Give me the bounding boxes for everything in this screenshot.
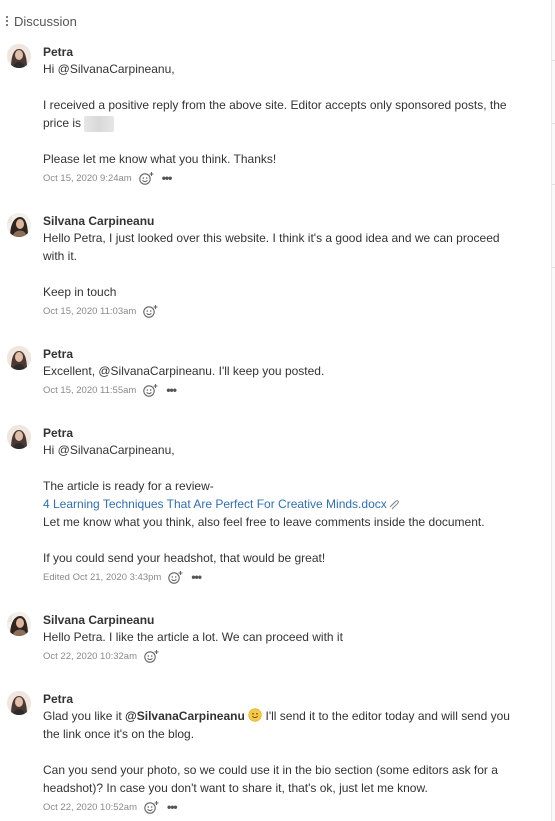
comment-timestamp: Edited Oct 21, 2020 3:43pm bbox=[43, 571, 162, 583]
add-reaction-icon[interactable] bbox=[138, 171, 156, 185]
comment-author[interactable]: Petra bbox=[43, 691, 526, 707]
comment-line-text: Glad you like it bbox=[43, 709, 122, 723]
avatar-silvana-icon bbox=[7, 612, 31, 636]
comment-timestamp: Oct 22, 2020 10:32am bbox=[43, 650, 138, 662]
comment-line: with it. bbox=[43, 249, 78, 263]
comment-meta: Oct 15, 2020 9:24am ••• bbox=[43, 170, 526, 186]
avatar[interactable] bbox=[7, 213, 31, 237]
comment-text: Hello Petra, I just looked over this web… bbox=[43, 229, 526, 301]
paperclip-icon bbox=[389, 499, 399, 510]
slightly-smiling-face-emoji bbox=[248, 708, 262, 722]
avatar-petra-icon bbox=[7, 44, 31, 68]
comment-line: Hi @SilvanaCarpineanu, bbox=[43, 62, 175, 76]
avatar[interactable] bbox=[7, 346, 31, 370]
avatar-petra-icon bbox=[7, 425, 31, 449]
comment-timestamp: Oct 15, 2020 11:55am bbox=[43, 384, 137, 396]
avatar[interactable] bbox=[7, 425, 31, 449]
comment-meta: Oct 15, 2020 11:03am bbox=[43, 303, 526, 319]
more-horizontal-icon[interactable]: ••• bbox=[191, 571, 202, 583]
kebab-vertical-icon[interactable] bbox=[6, 16, 8, 26]
comment-line: Glad you like it @SilvanaCarpineanu I'll… bbox=[43, 707, 526, 725]
comment-text: Hi @SilvanaCarpineanu, I received a posi… bbox=[43, 60, 526, 168]
comment-text: Hi @SilvanaCarpineanu, The article is re… bbox=[43, 441, 526, 567]
comment-line: price is bbox=[43, 114, 526, 132]
comment-meta: Oct 22, 2020 10:52am ••• bbox=[43, 799, 526, 815]
more-horizontal-icon[interactable]: ••• bbox=[166, 384, 177, 396]
comment-meta: Edited Oct 21, 2020 3:43pm ••• bbox=[43, 569, 526, 585]
comment-timestamp: Oct 15, 2020 9:24am bbox=[43, 172, 132, 184]
comment-meta: Oct 22, 2020 10:32am bbox=[43, 648, 526, 664]
redacted-price bbox=[84, 115, 115, 132]
comment-line: Can you send your photo, so we could use… bbox=[43, 763, 498, 777]
discussion-header: Discussion bbox=[6, 12, 77, 30]
comment-line: Hello Petra, I just looked over this web… bbox=[43, 231, 500, 245]
comment-line: Hi @SilvanaCarpineanu, bbox=[43, 443, 175, 457]
add-reaction-icon[interactable] bbox=[143, 800, 161, 814]
comment-author[interactable]: Petra bbox=[43, 425, 526, 441]
comment-author[interactable]: Petra bbox=[43, 346, 526, 362]
avatar[interactable] bbox=[7, 612, 31, 636]
comment-line: headshot)? In case you don't want to sha… bbox=[43, 781, 428, 795]
comment-author[interactable]: Silvana Carpineanu bbox=[43, 213, 526, 229]
comment-line-text: I'll send it to the editor today and wil… bbox=[265, 709, 510, 723]
comment-line: Excellent, @SilvanaCarpineanu. I'll keep… bbox=[43, 364, 325, 378]
comment-line: If you could send your headshot, that wo… bbox=[43, 551, 326, 565]
avatar[interactable] bbox=[7, 44, 31, 68]
discussion-title: Discussion bbox=[14, 13, 77, 29]
avatar-petra-icon bbox=[7, 346, 31, 370]
comment-line: Keep in touch bbox=[43, 285, 117, 299]
more-horizontal-icon[interactable]: ••• bbox=[167, 801, 178, 813]
comment-author[interactable]: Silvana Carpineanu bbox=[43, 612, 526, 628]
add-reaction-icon[interactable] bbox=[167, 570, 185, 584]
avatar-petra-icon bbox=[7, 691, 31, 715]
attachment-link[interactable]: 4 Learning Techniques That Are Perfect F… bbox=[43, 497, 387, 511]
comment-line: I received a positive reply from the abo… bbox=[43, 98, 507, 112]
add-reaction-icon[interactable] bbox=[142, 304, 160, 318]
comment-timestamp: Oct 15, 2020 11:03am bbox=[43, 305, 137, 317]
comment-line: Please let me know what you think. Thank… bbox=[43, 152, 277, 166]
user-mention[interactable]: @SilvanaCarpineanu bbox=[125, 709, 245, 723]
comment-author[interactable]: Petra bbox=[43, 44, 526, 60]
comment-text: Excellent, @SilvanaCarpineanu. I'll keep… bbox=[43, 362, 526, 380]
comment-line: The article is ready for a review- bbox=[43, 479, 214, 493]
add-reaction-icon[interactable] bbox=[142, 383, 160, 397]
comment-meta: Oct 15, 2020 11:55am ••• bbox=[43, 382, 526, 398]
comment-line: the link once it's on the blog. bbox=[43, 727, 195, 741]
avatar-silvana-icon bbox=[7, 213, 31, 237]
comment-timestamp: Oct 22, 2020 10:52am bbox=[43, 801, 138, 813]
attachment-line: 4 Learning Techniques That Are Perfect F… bbox=[43, 495, 526, 513]
more-horizontal-icon[interactable]: ••• bbox=[162, 172, 173, 184]
avatar[interactable] bbox=[7, 691, 31, 715]
add-reaction-icon[interactable] bbox=[143, 649, 161, 663]
comment-line: Hello Petra. I like the article a lot. W… bbox=[43, 630, 343, 644]
comment-line-text: price is bbox=[43, 116, 82, 130]
comment-text: Glad you like it @SilvanaCarpineanu I'll… bbox=[43, 707, 526, 797]
comment-text: Hello Petra. I like the article a lot. W… bbox=[43, 628, 526, 646]
comment-line: Let me know what you think, also feel fr… bbox=[43, 515, 485, 529]
